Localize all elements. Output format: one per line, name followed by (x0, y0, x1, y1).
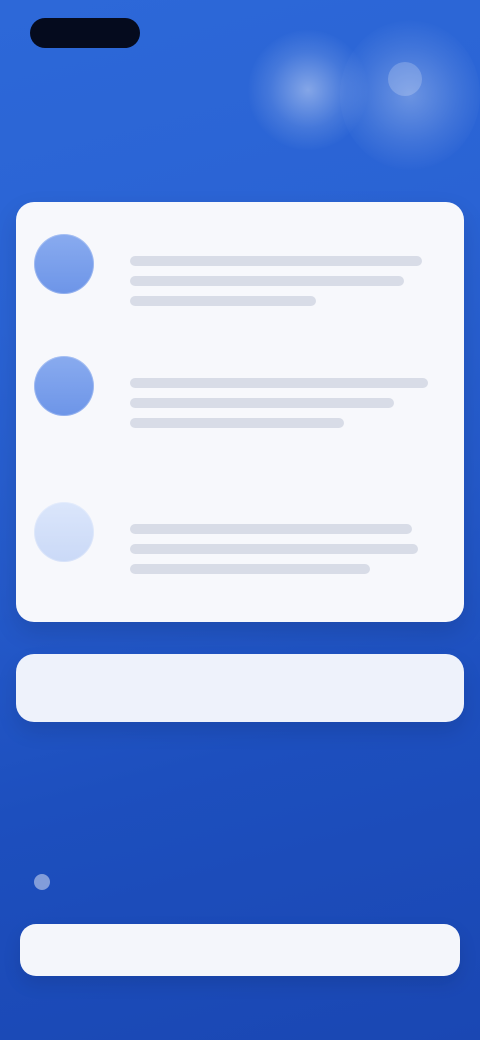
profile-icon[interactable] (388, 62, 422, 96)
text-line (130, 378, 428, 388)
bottom-action-button[interactable] (20, 924, 460, 976)
text-line (130, 398, 394, 408)
list-item-body (130, 524, 446, 584)
text-line (130, 418, 344, 428)
avatar-icon (34, 234, 94, 294)
list-item[interactable] (34, 346, 448, 456)
text-line (130, 256, 422, 266)
avatar-icon (34, 356, 94, 416)
list-item[interactable] (34, 224, 448, 334)
status-pill (30, 18, 140, 48)
list-item-title (130, 346, 290, 364)
info-icon (34, 874, 50, 890)
list-item-body (130, 378, 446, 438)
text-line (130, 564, 370, 574)
text-line (130, 276, 404, 286)
text-line (130, 524, 412, 534)
list-item-title (130, 224, 290, 242)
text-line (130, 296, 316, 306)
list-item[interactable] (34, 492, 448, 602)
text-line (130, 544, 418, 554)
avatar-icon (34, 502, 94, 562)
list-item-body (130, 256, 446, 316)
info-banner[interactable] (16, 654, 464, 722)
content-card (16, 202, 464, 622)
list-item-title (130, 492, 290, 510)
